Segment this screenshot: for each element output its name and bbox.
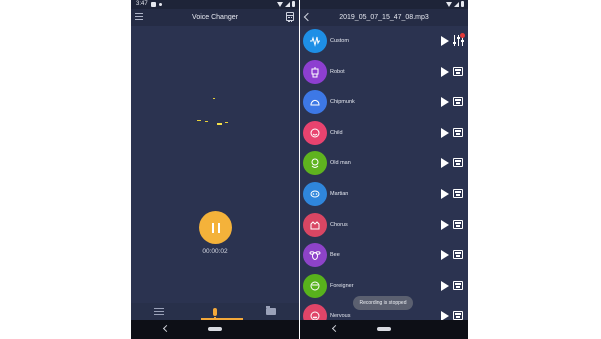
toast-message: Recording is stopped: [353, 296, 413, 310]
effect-label: Martian: [330, 191, 349, 197]
old-man-icon: [303, 151, 327, 176]
battery-icon: [461, 1, 464, 7]
play-icon[interactable]: [441, 189, 449, 199]
effect-label: Chipmunk: [330, 99, 355, 106]
effect-row-bee[interactable]: Bee: [300, 240, 468, 270]
recording-timer: 00:00:02: [202, 248, 228, 255]
status-bar: 3:47: [131, 0, 299, 9]
child-icon: [303, 120, 327, 145]
waveform-icon: [303, 29, 327, 53]
back-icon[interactable]: [162, 324, 171, 333]
file-title: 2019_05_07_15_47_08.mp3: [339, 14, 429, 21]
effect-row-chorus[interactable]: Chorus: [300, 210, 468, 240]
save-icon[interactable]: [453, 127, 463, 137]
effect-label: Bee: [330, 252, 340, 259]
effect-label: Custom: [330, 38, 349, 44]
android-nav-bar: [300, 320, 468, 339]
effect-row-old-man[interactable]: Old man: [300, 148, 468, 178]
battery-icon: [292, 1, 295, 7]
play-icon[interactable]: [441, 97, 449, 108]
app-bar: 2019_05_07_15_47_08.mp3: [300, 9, 468, 26]
chipmunk-icon: [303, 90, 327, 115]
waveform-visualizer: [134, 98, 296, 127]
effect-label: Chorus: [330, 221, 348, 228]
page-title: Voice Changer: [192, 14, 238, 21]
calendar-icon[interactable]: [286, 12, 294, 22]
home-icon[interactable]: [208, 327, 222, 331]
home-icon[interactable]: [377, 327, 391, 331]
effect-label: Old man: [330, 160, 351, 167]
effect-label: Robot: [330, 68, 345, 75]
effect-row-martian[interactable]: Martian: [300, 179, 468, 209]
effects-screen: 2019_05_07_15_47_08.mp3 Custom Robot Chipm…: [300, 0, 468, 339]
play-icon[interactable]: [441, 250, 449, 261]
save-icon[interactable]: [453, 97, 463, 107]
save-icon[interactable]: [453, 280, 463, 290]
play-icon[interactable]: [441, 127, 449, 138]
status-bar: [300, 0, 468, 9]
recorder-screen: 3:47 Voice Changer 00:00:02: [131, 0, 299, 339]
signal-icon: [454, 1, 459, 7]
effect-row-custom[interactable]: Custom: [300, 26, 468, 56]
folder-icon[interactable]: [251, 303, 291, 320]
effect-row-child[interactable]: Child: [300, 118, 468, 148]
bee-icon: [303, 243, 327, 268]
play-icon[interactable]: [441, 280, 449, 291]
play-icon[interactable]: [441, 36, 449, 46]
android-nav-bar: [131, 320, 299, 339]
play-icon[interactable]: [441, 158, 449, 169]
dot-icon: [159, 3, 162, 6]
play-icon[interactable]: [441, 66, 449, 77]
app-bar: Voice Changer: [131, 9, 299, 26]
wifi-icon: [277, 1, 283, 7]
save-icon[interactable]: [453, 158, 463, 168]
save-icon[interactable]: [453, 250, 463, 260]
effect-label: Child: [330, 129, 343, 136]
status-time: 3:47: [136, 1, 148, 7]
notification-icon: [151, 2, 156, 7]
recordings-list-icon[interactable]: [139, 303, 179, 320]
play-icon[interactable]: [441, 219, 449, 230]
save-icon[interactable]: [453, 66, 463, 76]
foreigner-icon: [303, 273, 327, 298]
wifi-icon: [446, 1, 452, 7]
save-icon[interactable]: [453, 219, 463, 229]
effect-label: Foreigner: [330, 282, 354, 289]
martian-icon: [303, 182, 327, 206]
save-icon[interactable]: [453, 189, 463, 198]
effect-row-chipmunk[interactable]: Chipmunk: [300, 87, 468, 117]
back-icon[interactable]: [331, 324, 340, 333]
robot-icon: [303, 59, 327, 84]
pause-button[interactable]: [199, 211, 232, 244]
bottom-nav: [131, 303, 299, 320]
signal-icon: [285, 1, 290, 7]
effect-row-robot[interactable]: Robot: [300, 57, 468, 87]
notification-badge: [460, 33, 465, 38]
chorus-icon: [303, 212, 327, 237]
